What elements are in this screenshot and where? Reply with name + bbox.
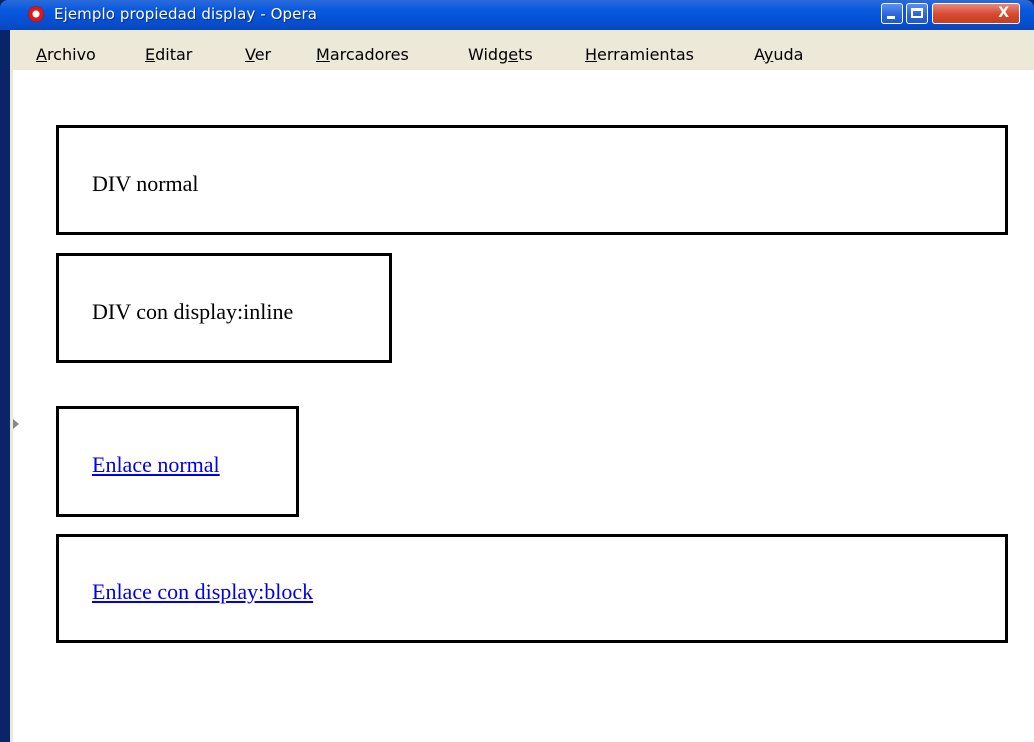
menu-ayuda[interactable]: Ayuda: [754, 45, 803, 64]
link-normal[interactable]: Enlace normal: [92, 452, 220, 478]
browser-window: Ejemplo propiedad display - Opera X Arch…: [0, 0, 1034, 742]
menu-ver[interactable]: Ver: [245, 45, 271, 64]
window-frame-left: [0, 30, 10, 742]
opera-icon[interactable]: [28, 6, 44, 22]
minimize-button[interactable]: [881, 3, 903, 24]
menu-widgets[interactable]: Widgets: [468, 45, 533, 64]
menu-ver-accel: V: [245, 45, 255, 64]
menu-herramientas-label: erramientas: [597, 45, 694, 64]
link-block-box[interactable]: Enlace con display:block: [56, 534, 1008, 643]
window-title: Ejemplo propiedad display - Opera: [54, 5, 318, 23]
div-normal-text: DIV normal: [92, 171, 199, 196]
close-button[interactable]: X: [932, 3, 1020, 24]
menu-marcadores-accel: M: [316, 45, 330, 64]
menu-archivo-accel: A: [36, 45, 47, 64]
menu-marcadores[interactable]: Marcadores: [316, 45, 409, 64]
menu-archivo[interactable]: Archivo: [36, 45, 96, 64]
menu-ver-label: er: [254, 45, 272, 64]
panel-toggle-arrow-icon[interactable]: [13, 419, 19, 429]
menu-archivo-label: rchivo: [46, 45, 96, 64]
maximize-button[interactable]: [906, 3, 928, 24]
menu-herramientas-accel: H: [585, 45, 598, 64]
menu-herramientas[interactable]: Herramientas: [585, 45, 694, 64]
menu-editar-accel: E: [145, 45, 156, 64]
menu-widgets-accel: e: [508, 45, 519, 64]
menu-ayuda-accel: y: [763, 45, 774, 64]
div-inline-text: DIV con display:inline: [92, 299, 294, 324]
menu-editar[interactable]: Editar: [145, 45, 192, 64]
minimize-icon: [887, 16, 895, 19]
div-inline-box: DIV con display:inline: [56, 253, 392, 363]
menu-ayuda-prefix: A: [754, 45, 764, 64]
menu-editar-label: ditar: [155, 45, 193, 64]
menu-widgets-label: ts: [518, 45, 533, 64]
title-bar[interactable]: Ejemplo propiedad display - Opera X: [0, 0, 1034, 30]
maximize-icon: [911, 8, 923, 18]
close-icon: X: [998, 5, 1009, 21]
link-block[interactable]: Enlace con display:block: [92, 579, 313, 605]
menu-ayuda-label: uda: [773, 45, 804, 64]
menu-widgets-prefix: Widg: [468, 45, 509, 64]
div-normal-box: DIV normal: [56, 125, 1008, 235]
menu-marcadores-label: arcadores: [329, 45, 409, 64]
link-normal-box: Enlace normal: [56, 406, 299, 517]
